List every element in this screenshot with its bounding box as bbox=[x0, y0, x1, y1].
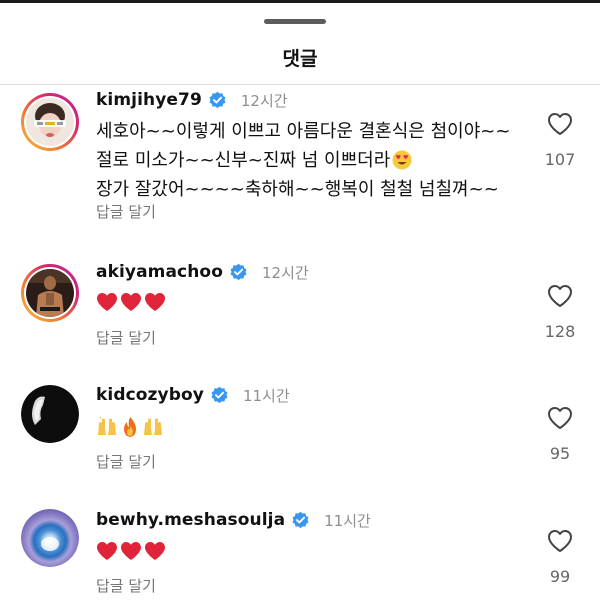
red-heart-icon bbox=[121, 293, 141, 311]
like-count: 107 bbox=[544, 150, 576, 169]
avatar[interactable] bbox=[21, 509, 79, 567]
avatar[interactable] bbox=[21, 264, 79, 322]
red-heart-icon bbox=[145, 293, 165, 311]
reply-button[interactable]: 답글 달기 bbox=[96, 327, 156, 348]
like-count: 95 bbox=[549, 444, 571, 463]
heart-outline-icon[interactable] bbox=[547, 406, 573, 430]
raising-hands-icon bbox=[98, 417, 116, 435]
header-divider bbox=[0, 84, 600, 85]
like-control: 107 bbox=[534, 112, 586, 169]
sheet-title: 댓글 bbox=[282, 48, 318, 70]
raising-hands-icon bbox=[144, 418, 162, 435]
comment-header: akiyamachoo 12시간 bbox=[96, 260, 309, 284]
comment-time: 12시간 bbox=[261, 263, 309, 282]
comment-header: kidcozyboy 11시간 bbox=[96, 383, 290, 407]
comments-sheet: 댓글 kimjihye79 12시간 세호아~~이렇게 이쁘고 아름다운 결혼식… bbox=[0, 0, 600, 605]
red-heart-icon bbox=[145, 542, 165, 560]
comment-username[interactable]: bewhy.meshasoulja bbox=[96, 510, 285, 530]
red-heart-icon bbox=[121, 542, 141, 560]
like-control: 99 bbox=[534, 529, 586, 586]
reply-button[interactable]: 답글 달기 bbox=[96, 451, 156, 472]
verified-badge-icon bbox=[209, 91, 226, 108]
avatar-photo bbox=[26, 98, 74, 146]
comment-header: bewhy.meshasoulja 11시간 bbox=[96, 508, 371, 532]
like-control: 128 bbox=[534, 284, 586, 341]
avatar-photo bbox=[26, 269, 74, 317]
heart-outline-icon[interactable] bbox=[547, 529, 573, 553]
comment-time: 11시간 bbox=[242, 386, 290, 405]
verified-badge-icon bbox=[292, 511, 309, 528]
avatar-photo bbox=[21, 385, 79, 443]
comment-username[interactable]: kidcozyboy bbox=[96, 385, 204, 405]
verified-badge-icon bbox=[230, 263, 247, 280]
comment-emojis bbox=[96, 416, 164, 438]
fire-icon bbox=[124, 417, 136, 437]
red-heart-icon bbox=[97, 542, 117, 560]
like-count: 99 bbox=[549, 567, 571, 586]
like-count: 128 bbox=[544, 322, 576, 341]
comment-body: 세호아~~이렇게 이쁘고 아름다운 결혼식은 첨이야~~절로 미소가~~신부~진… bbox=[96, 121, 511, 171]
heart-outline-icon[interactable] bbox=[547, 112, 573, 136]
comment-body-continued: 장가 잘갔어~~~~축하해~~행복이 철철 넘칠껴~~ bbox=[96, 179, 499, 200]
smiling-face-with-heart-eyes-icon bbox=[392, 150, 412, 170]
reply-button[interactable]: 답글 달기 bbox=[96, 575, 156, 596]
comment-time: 11시간 bbox=[324, 511, 371, 530]
comment-emojis bbox=[96, 292, 166, 312]
like-control: 95 bbox=[534, 406, 586, 463]
heart-outline-icon[interactable] bbox=[547, 284, 573, 308]
verified-badge-icon bbox=[211, 386, 228, 403]
comment-header: kimjihye79 12시간 bbox=[96, 88, 288, 112]
avatar[interactable] bbox=[21, 93, 79, 151]
comment-text: 세호아~~이렇게 이쁘고 아름다운 결혼식은 첨이야~~절로 미소가~~신부~진… bbox=[96, 117, 526, 204]
sheet-drag-handle[interactable] bbox=[264, 19, 326, 24]
avatar[interactable] bbox=[21, 385, 79, 443]
comment-username[interactable]: kimjihye79 bbox=[96, 90, 202, 110]
comment-emojis bbox=[96, 541, 166, 561]
reply-button[interactable]: 답글 달기 bbox=[96, 201, 156, 222]
comment-username[interactable]: akiyamachoo bbox=[96, 262, 223, 282]
avatar-photo bbox=[21, 509, 79, 567]
comment-time: 12시간 bbox=[240, 91, 288, 110]
red-heart-icon bbox=[97, 293, 117, 311]
top-edge bbox=[0, 0, 600, 3]
